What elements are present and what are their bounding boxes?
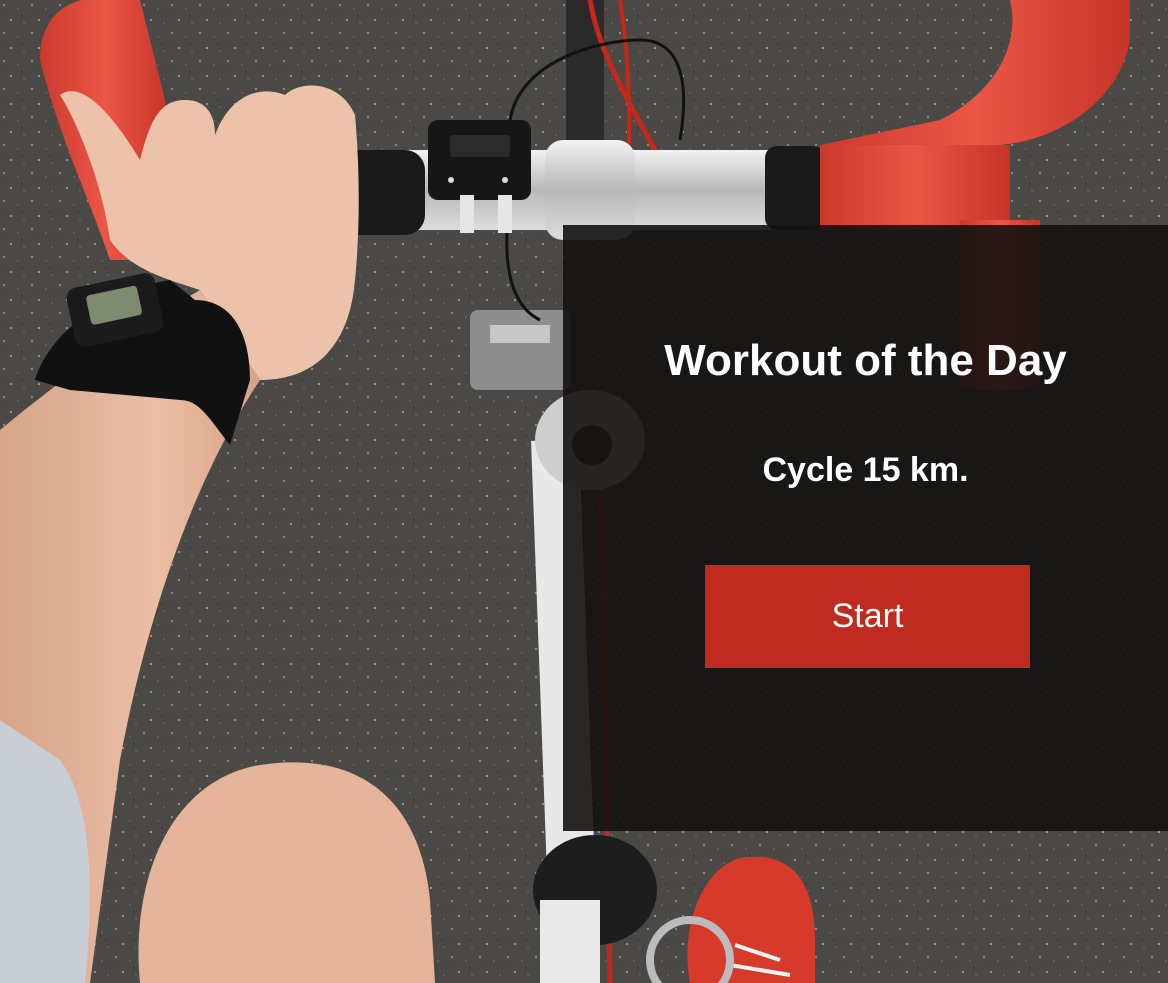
workout-screen: Workout of the Day Cycle 15 km. Start (0, 0, 1168, 983)
start-button[interactable]: Start (705, 565, 1030, 668)
workout-description: Cycle 15 km. (762, 451, 969, 489)
workout-title: Workout of the Day (664, 336, 1067, 385)
workout-card (563, 225, 1168, 831)
